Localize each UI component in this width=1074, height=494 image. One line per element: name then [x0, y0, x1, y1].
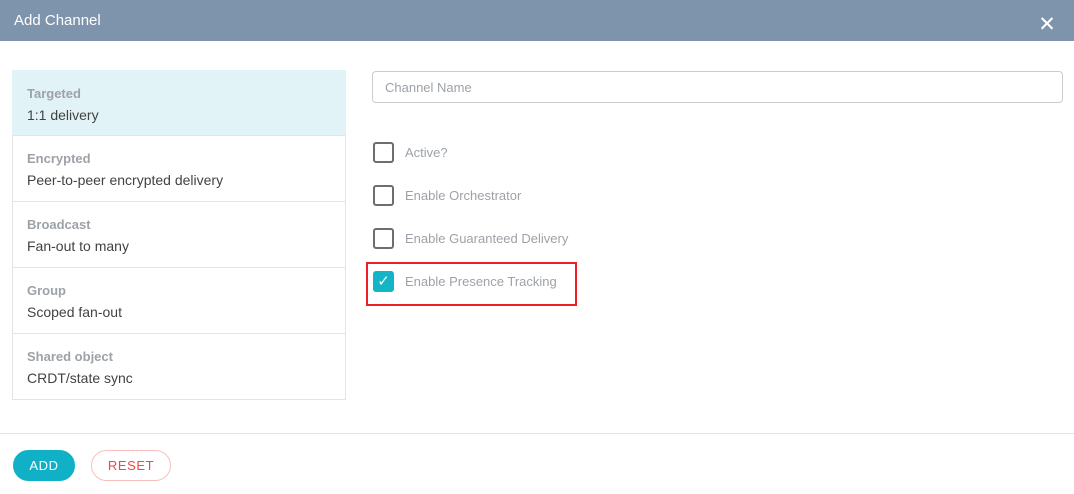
add-button[interactable]: ADD	[13, 450, 75, 481]
channel-type-title: Broadcast	[27, 217, 91, 232]
enable-orchestrator-checkbox-label[interactable]: Enable Orchestrator	[405, 188, 521, 203]
reset-button[interactable]: RESET	[91, 450, 171, 481]
channel-type-group[interactable]: Group Scoped fan-out	[12, 267, 346, 334]
footer-divider	[0, 433, 1074, 434]
close-button[interactable]: ✕	[1029, 7, 1065, 41]
enable-presence-tracking-checkbox[interactable]: ✓	[373, 271, 394, 292]
channel-type-encrypted[interactable]: Encrypted Peer-to-peer encrypted deliver…	[12, 135, 346, 202]
channel-type-subtitle: Peer-to-peer encrypted delivery	[27, 172, 224, 188]
channel-type-targeted[interactable]: Targeted 1:1 delivery	[12, 70, 346, 136]
channel-type-title: Encrypted	[27, 151, 91, 166]
check-icon: ✓	[377, 272, 390, 290]
checkbox-row-enable-orchestrator: ✓ Enable Orchestrator	[373, 185, 521, 206]
channel-type-title: Targeted	[27, 86, 81, 101]
enable-presence-tracking-checkbox-label[interactable]: Enable Presence Tracking	[405, 274, 557, 289]
channel-name-input[interactable]	[372, 71, 1063, 103]
enable-guaranteed-delivery-checkbox-label[interactable]: Enable Guaranteed Delivery	[405, 231, 568, 246]
active-checkbox-label[interactable]: Active?	[405, 145, 448, 160]
enable-guaranteed-delivery-checkbox[interactable]: ✓	[373, 228, 394, 249]
checkbox-row-enable-guaranteed-delivery: ✓ Enable Guaranteed Delivery	[373, 228, 568, 249]
channel-type-list: Targeted 1:1 delivery Encrypted Peer-to-…	[12, 70, 346, 400]
channel-type-subtitle: 1:1 delivery	[27, 107, 99, 123]
channel-type-title: Group	[27, 283, 66, 298]
channel-type-subtitle: Fan-out to many	[27, 238, 129, 254]
checkbox-row-active: ✓ Active?	[373, 142, 448, 163]
channel-type-broadcast[interactable]: Broadcast Fan-out to many	[12, 201, 346, 268]
channel-type-subtitle: Scoped fan-out	[27, 304, 122, 320]
channel-type-subtitle: CRDT/state sync	[27, 370, 133, 386]
active-checkbox[interactable]: ✓	[373, 142, 394, 163]
add-channel-dialog: Add Channel ✕ Targeted 1:1 delivery Encr…	[0, 0, 1074, 494]
dialog-title: Add Channel	[14, 12, 101, 29]
channel-type-shared-object[interactable]: Shared object CRDT/state sync	[12, 333, 346, 400]
enable-orchestrator-checkbox[interactable]: ✓	[373, 185, 394, 206]
checkbox-row-enable-presence-tracking: ✓ Enable Presence Tracking	[366, 262, 577, 306]
dialog-header: Add Channel ✕	[0, 0, 1074, 41]
channel-type-title: Shared object	[27, 349, 113, 364]
close-icon: ✕	[1038, 12, 1056, 36]
